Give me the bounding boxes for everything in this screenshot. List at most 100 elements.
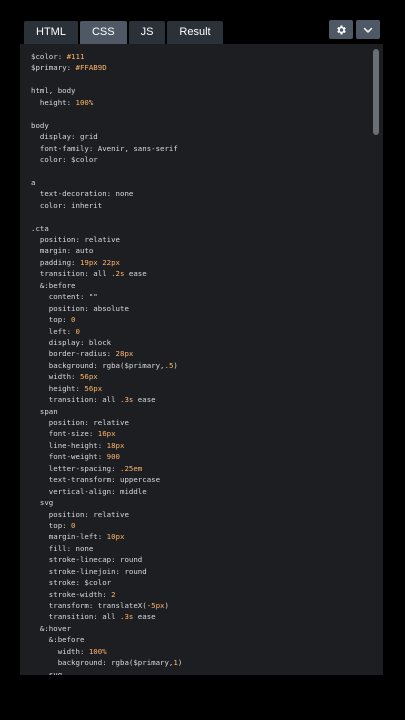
code-token: &:before [31,280,76,290]
code-token: letter-spacing: [31,463,120,473]
code-value-token: #FFAB9D [75,63,107,73]
code-value-token: 18px [106,440,125,450]
code-token: background: rgba($primary, [31,360,165,370]
code-line: position: relative [31,417,369,428]
code-token: content: "" [31,292,98,302]
code-token: .cta [31,223,49,233]
code-token: fill: none [31,543,94,553]
code-line: transition: all .2s ease [31,268,369,279]
code-token: font-size: [31,429,98,439]
code-line: line-height: 18px [31,440,369,451]
code-token: background: rgba($primary, [31,658,174,668]
code-content[interactable]: $color: #111 $primary: #FFAB9D html, body … [31,51,369,675]
code-token: stroke-linecap: round [31,555,143,565]
code-token: transform: translateX( [31,601,147,610]
code-line: text-transform: uppercase [31,474,369,485]
code-line: background: rgba($primary,.5) [31,360,369,371]
tab-html[interactable]: HTML [24,21,78,44]
code-value-token: 10px [106,532,125,542]
code-line: &:before [31,634,369,645]
code-line: stroke: $color [31,577,369,588]
code-line: width: 100% [31,646,369,657]
code-line: svg [31,669,369,675]
code-value-token: 900 [106,452,121,462]
chevron-down-icon [363,27,373,33]
code-line: fill: none [31,543,369,554]
code-line: body [31,120,369,131]
code-token: ) [164,601,169,610]
code-token: stroke: $color [31,578,112,588]
code-line: width: 56px [31,371,369,382]
tab-js[interactable]: JS [128,21,166,44]
code-line: height: 100% [31,97,369,108]
code-line: position: relative [31,234,369,245]
code-token: a [31,177,36,187]
code-value-token: 16px [97,429,116,439]
editor-scrollbar[interactable] [373,49,379,135]
code-value-token: 100% [88,646,107,656]
code-line: margin-left: 10px [31,531,369,542]
code-line: color: inherit [31,200,369,211]
code-line: $color: #111 [31,51,369,62]
code-value-token: .3s [120,612,134,622]
code-token: transition: all [31,612,120,622]
code-value-token: .3s [120,395,134,405]
code-token: $primary: [31,63,76,73]
code-token: position: relative [31,509,129,519]
code-value-token: #111 [66,52,85,61]
code-line: stroke-linejoin: round [31,566,369,577]
settings-button[interactable] [329,20,353,39]
code-line: margin: auto [31,245,369,256]
code-token: body [31,120,49,130]
code-token: margin-left: [31,532,107,542]
code-token: width: [31,646,89,656]
code-value-token: .2s [111,269,125,279]
code-token: span [31,406,58,416]
code-value-token: 2 [111,589,116,599]
code-token: font-weight: [31,452,107,462]
code-token: height: [31,97,76,107]
code-line: top: 0 [31,520,369,531]
code-line: html, body [31,85,369,96]
collapse-button[interactable] [356,20,380,39]
code-line: svg [31,497,369,508]
code-token: vertical-align: middle [31,486,147,496]
code-value-token: 28px [115,349,134,359]
code-token: stroke-width: [31,589,112,599]
code-token: ) [173,360,178,370]
code-line: border-radius: 28px [31,348,369,359]
code-token: height: [31,383,85,393]
code-line: padding: 19px 22px [31,257,369,268]
code-line: display: block [31,337,369,348]
code-token: ease [133,612,156,622]
code-token: $color: [31,52,67,61]
code-token: svg [31,669,63,675]
editor-controls [329,20,380,39]
code-value-token: 56px [79,372,98,382]
code-token: position: relative [31,235,120,244]
code-token: top: [31,315,72,325]
code-token: display: grid [31,132,98,142]
code-line: font-family: Avenir, sans-serif [31,143,369,154]
code-token: display: block [31,337,112,347]
code-value-token: 19px 22px [79,257,120,267]
code-line: &:hover [31,623,369,634]
code-line: .cta [31,223,369,234]
code-token: svg [31,498,54,508]
code-token: ease [124,269,147,279]
code-token: text-transform: uppercase [31,475,161,485]
code-token: margin: auto [31,246,94,256]
tab-css[interactable]: CSS [79,21,127,44]
code-token: transition: all [31,269,112,279]
code-value-token: 56px [84,383,103,393]
code-token: ) [177,658,183,668]
tab-result[interactable]: Result [167,21,223,44]
code-token: text-decoration: none [31,189,134,199]
code-line: position: relative [31,509,369,520]
code-line: a [31,177,369,188]
css-editor[interactable]: $color: #111 $primary: #FFAB9D html, body … [20,44,383,675]
